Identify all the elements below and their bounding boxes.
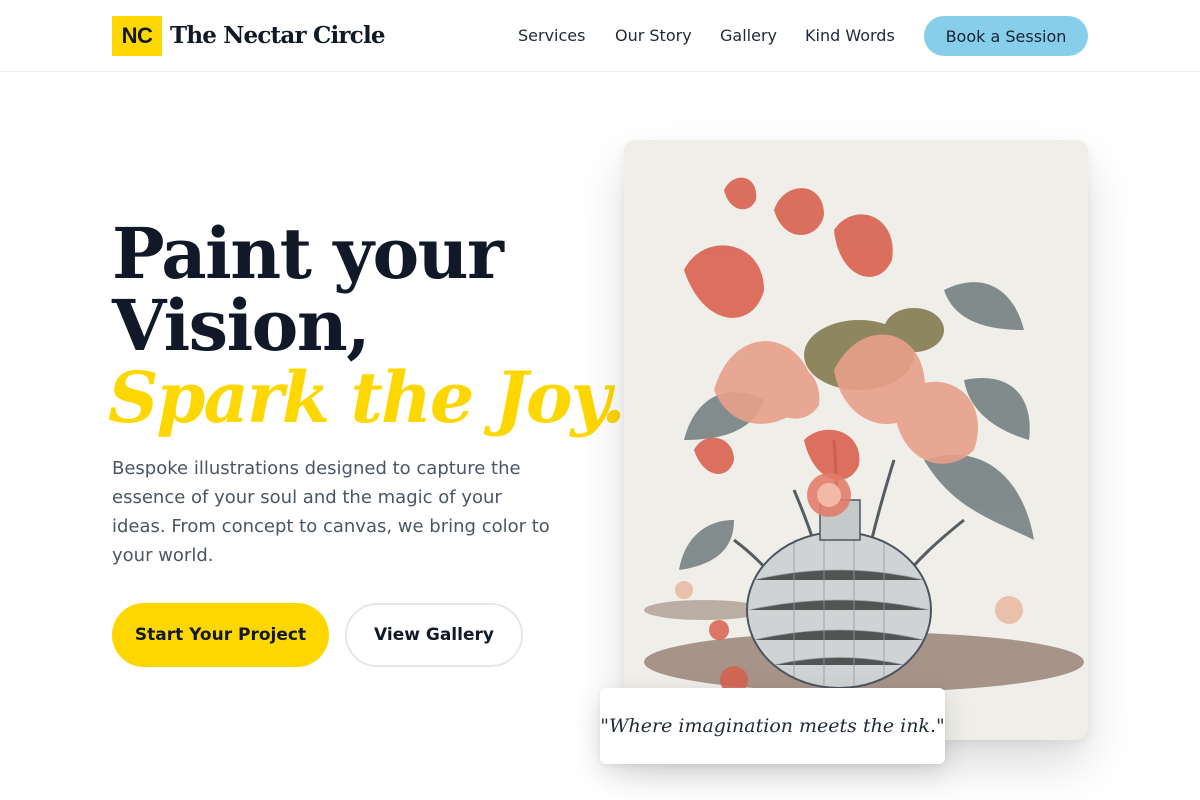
logo-badge[interactable]: NC [112, 16, 162, 56]
book-session-button[interactable]: Book a Session [924, 16, 1088, 56]
flower-vase-illustration [644, 177, 1084, 694]
hero-title-line-2: Vision, [112, 284, 371, 367]
nav-kind-words[interactable]: Kind Words [805, 20, 895, 52]
start-project-button[interactable]: Start Your Project [112, 603, 329, 667]
hero-title-line-1: Paint your [112, 212, 504, 295]
view-gallery-button[interactable]: View Gallery [345, 603, 523, 667]
brand-name[interactable]: The Nectar Circle [170, 20, 386, 52]
quote-card: "Where imagination meets the ink." [600, 688, 945, 764]
nav-gallery[interactable]: Gallery [720, 20, 777, 52]
hero-description: Bespoke illustrations designed to captur… [112, 458, 550, 566]
nav-our-story[interactable]: Our Story [615, 20, 692, 52]
artwork-card [624, 140, 1088, 740]
nav-services[interactable]: Services [518, 20, 585, 52]
site-header: NC The Nectar Circle Services Our Story … [0, 0, 1200, 72]
hero-accent-line: Spark the Joy. [108, 356, 626, 439]
